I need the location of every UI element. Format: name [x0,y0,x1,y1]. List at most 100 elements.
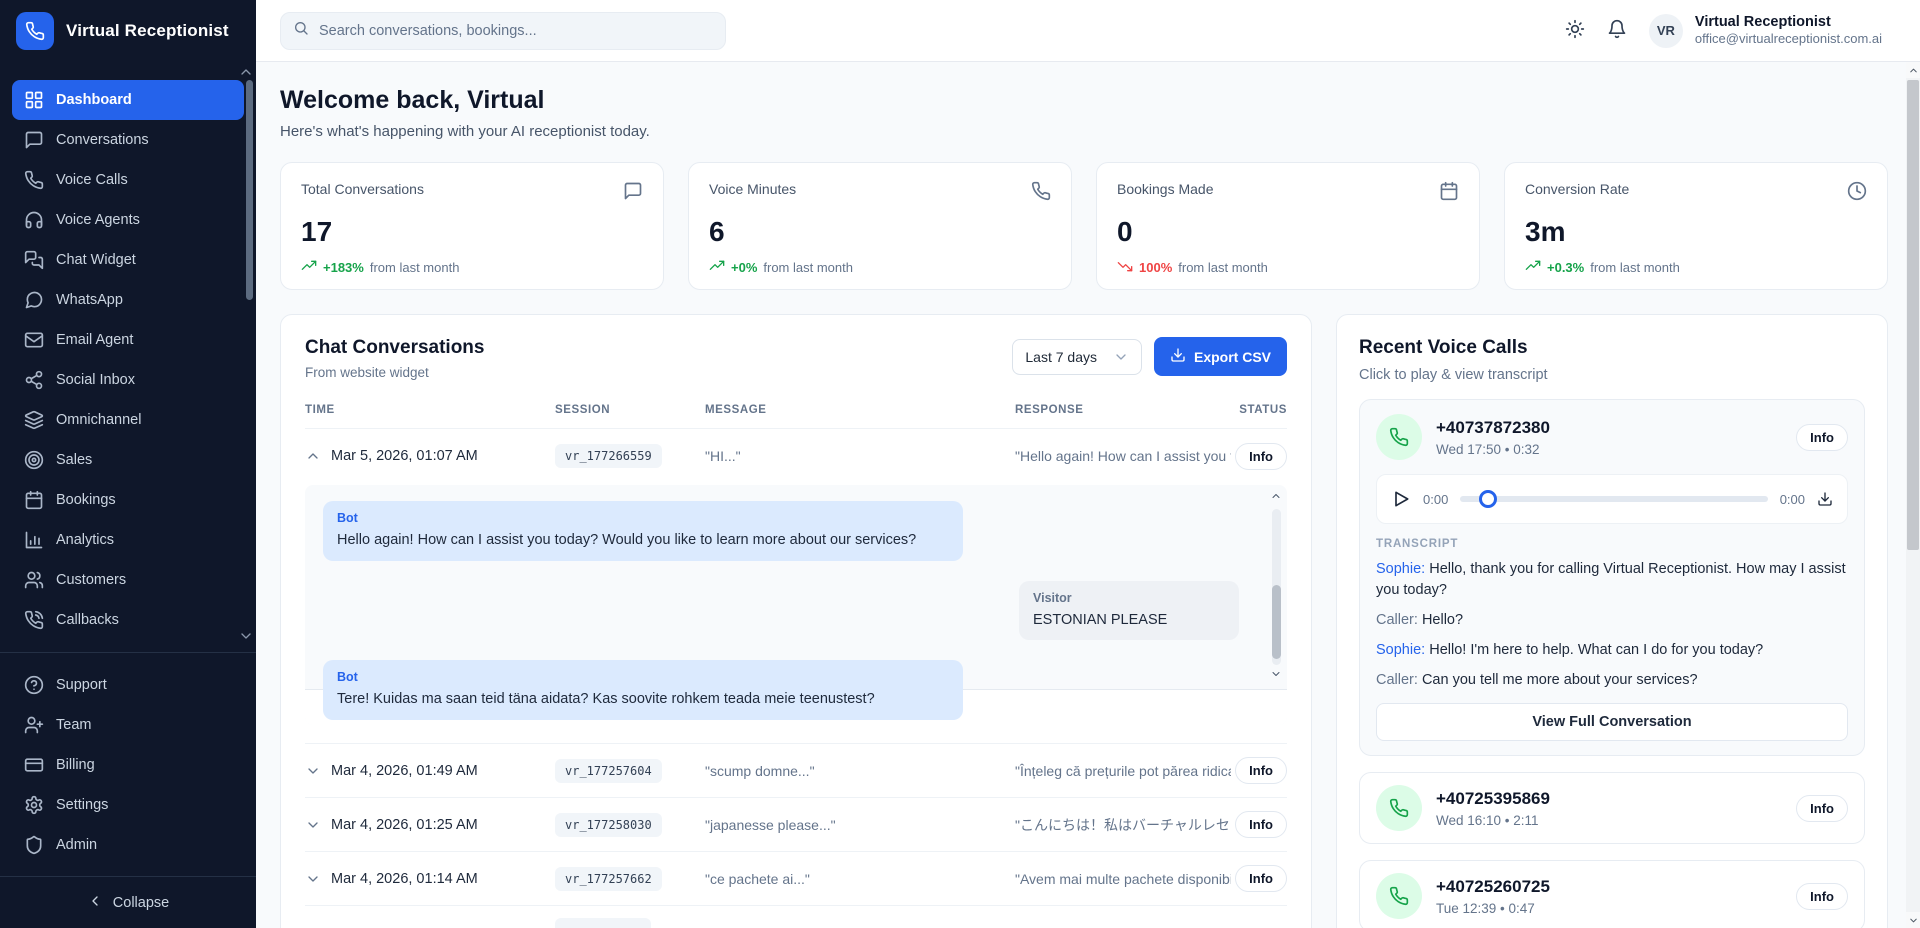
scroll-down-icon[interactable] [1270,667,1282,685]
sidebar-item-label: Analytics [56,532,114,548]
call-meta: Wed 16:10 • 2:11 [1436,813,1550,828]
chevron-left-icon [87,893,103,913]
view-full-conversation-button[interactable]: View Full Conversation [1376,703,1848,741]
phone-callback-icon [24,610,44,630]
phone-call-icon [1376,873,1422,919]
scrollbar-thumb[interactable] [1907,80,1919,550]
stat-label: Bookings Made [1117,181,1214,197]
chat-conversations-panel: Chat Conversations From website widget L… [280,314,1312,928]
sidebar-item-support[interactable]: Support [12,665,244,705]
sidebar-item-voice-agents[interactable]: Voice Agents [12,200,244,240]
info-badge[interactable]: Info [1235,811,1287,838]
sidebar-item-label: Social Inbox [56,372,135,388]
help-circle-icon [24,675,44,695]
table-row[interactable]: Mar 4, 2026, 01:14 AM vr_177257662 "ce p… [305,851,1287,905]
trend-up-icon [1525,258,1541,277]
table-row[interactable]: Mar 5, 2026, 01:07 AM vr_177266559 "HI..… [305,429,1287,483]
sidebar-scroll-down-icon[interactable] [238,628,254,649]
conversation-scrollbar[interactable] [1269,489,1283,685]
sidebar-item-label: Support [56,677,107,693]
sidebar-item-analytics[interactable]: Analytics [12,520,244,560]
info-badge[interactable]: Info [1796,883,1848,910]
bot-message-bubble: Bot Tere! Kuidas ma saan teid täna aidat… [323,660,963,720]
seek-slider[interactable] [1460,490,1767,508]
row-time: Mar 4, 2026, 01:49 AM [331,763,555,779]
phone-call-icon [1376,414,1422,460]
sidebar-scrollbar-thumb[interactable] [246,80,253,300]
chevron-down-icon[interactable] [305,763,331,779]
expanded-conversation: Bot Hello again! How can I assist you to… [305,485,1287,725]
chevron-down-icon[interactable] [305,871,331,887]
sidebar-secondary-nav: Support Team Billing Settings Admin [0,665,256,865]
sidebar-item-dashboard[interactable]: Dashboard [12,80,244,120]
user-menu[interactable]: VR Virtual Receptionist office@virtualre… [1649,13,1882,47]
dashboard-grid-icon [24,90,44,110]
sidebar-item-team[interactable]: Team [12,705,244,745]
stat-card-conversion-rate: Conversion Rate 3m +0.3%from last month [1504,162,1888,290]
stat-value: 6 [709,216,1051,248]
info-badge[interactable]: Info [1796,424,1848,451]
sidebar-item-sales[interactable]: Sales [12,440,244,480]
scroll-up-button[interactable] [1906,62,1920,78]
chevron-up-icon[interactable] [305,448,331,464]
transcript-line: Caller: Hello? [1376,610,1848,631]
search-input[interactable] [319,23,713,39]
user-name: Virtual Receptionist [1695,13,1882,31]
scroll-down-button[interactable] [1906,912,1920,928]
sidebar-item-customers[interactable]: Customers [12,560,244,600]
info-badge[interactable]: Info [1796,795,1848,822]
info-badge[interactable]: Info [1235,443,1287,470]
chat-panel-title: Chat Conversations [305,337,484,359]
page-subtitle: Here's what's happening with your AI rec… [280,123,1888,140]
sidebar-item-label: WhatsApp [56,292,123,308]
scrollbar-track[interactable] [1272,509,1281,665]
date-range-select[interactable]: Last 7 days [1012,339,1142,375]
sidebar-item-chat-widget[interactable]: Chat Widget [12,240,244,280]
table-row[interactable]: Mar 4, 2026, 01:25 AM vr_177258030 "japa… [305,797,1287,851]
sidebar-item-admin[interactable]: Admin [12,825,244,865]
sidebar-collapse-button[interactable]: Collapse [0,876,256,928]
play-button[interactable] [1391,489,1411,509]
voice-call-card[interactable]: +40737872380 Wed 17:50 • 0:32 Info 0:00 [1359,399,1865,756]
conversation-messages: Bot Hello again! How can I assist you to… [305,485,1287,689]
sidebar-item-social-inbox[interactable]: Social Inbox [12,360,244,400]
theme-toggle-button[interactable] [1565,19,1585,42]
sidebar-item-label: Chat Widget [56,252,136,268]
message-circle-icon [24,290,44,310]
sidebar-item-email-agent[interactable]: Email Agent [12,320,244,360]
search-box[interactable] [280,12,726,50]
sidebar-item-conversations[interactable]: Conversations [12,120,244,160]
call-number: +40725395869 [1436,789,1550,809]
info-badge[interactable]: Info [1235,865,1287,892]
stat-value: 3m [1525,216,1867,248]
table-row[interactable]: Mar 4, 2026, 01:49 AM vr_177257604 "scum… [305,743,1287,797]
transcript-line: Sophie: Hello! I'm here to help. What ca… [1376,640,1848,661]
slider-thumb[interactable] [1479,490,1497,508]
sidebar-item-bookings[interactable]: Bookings [12,480,244,520]
export-csv-button[interactable]: Export CSV [1154,337,1287,376]
share-icon [24,370,44,390]
sidebar-item-callbacks[interactable]: Callbacks [12,600,244,640]
stat-value: 17 [301,216,643,248]
sidebar-item-omnichannel[interactable]: Omnichannel [12,400,244,440]
speaker-name: Caller: [1376,672,1418,688]
notifications-button[interactable] [1607,19,1627,42]
scroll-up-icon[interactable] [1270,489,1282,507]
sidebar-item-billing[interactable]: Billing [12,745,244,785]
scrollbar-thumb[interactable] [1272,585,1281,659]
info-badge[interactable]: Info [1235,757,1287,784]
sidebar-item-whatsapp[interactable]: WhatsApp [12,280,244,320]
sidebar-item-voice-calls[interactable]: Voice Calls [12,160,244,200]
voice-call-card[interactable]: +40725260725 Tue 12:39 • 0:47 Info [1359,860,1865,928]
sidebar-item-settings[interactable]: Settings [12,785,244,825]
stat-card-voice-minutes: Voice Minutes 6 +0%from last month [688,162,1072,290]
audio-player: 0:00 0:00 [1376,474,1848,524]
download-icon[interactable] [1817,491,1833,507]
main-scrollbar[interactable] [1906,62,1920,928]
user-email: office@virtualreceptionist.com.ai [1695,31,1882,47]
headphones-icon [24,210,44,230]
chevron-down-icon[interactable] [305,817,331,833]
stat-card-bookings-made: Bookings Made 0 100%from last month [1096,162,1480,290]
voice-call-card[interactable]: +40725395869 Wed 16:10 • 2:11 Info [1359,772,1865,844]
message-square-icon [623,181,643,206]
